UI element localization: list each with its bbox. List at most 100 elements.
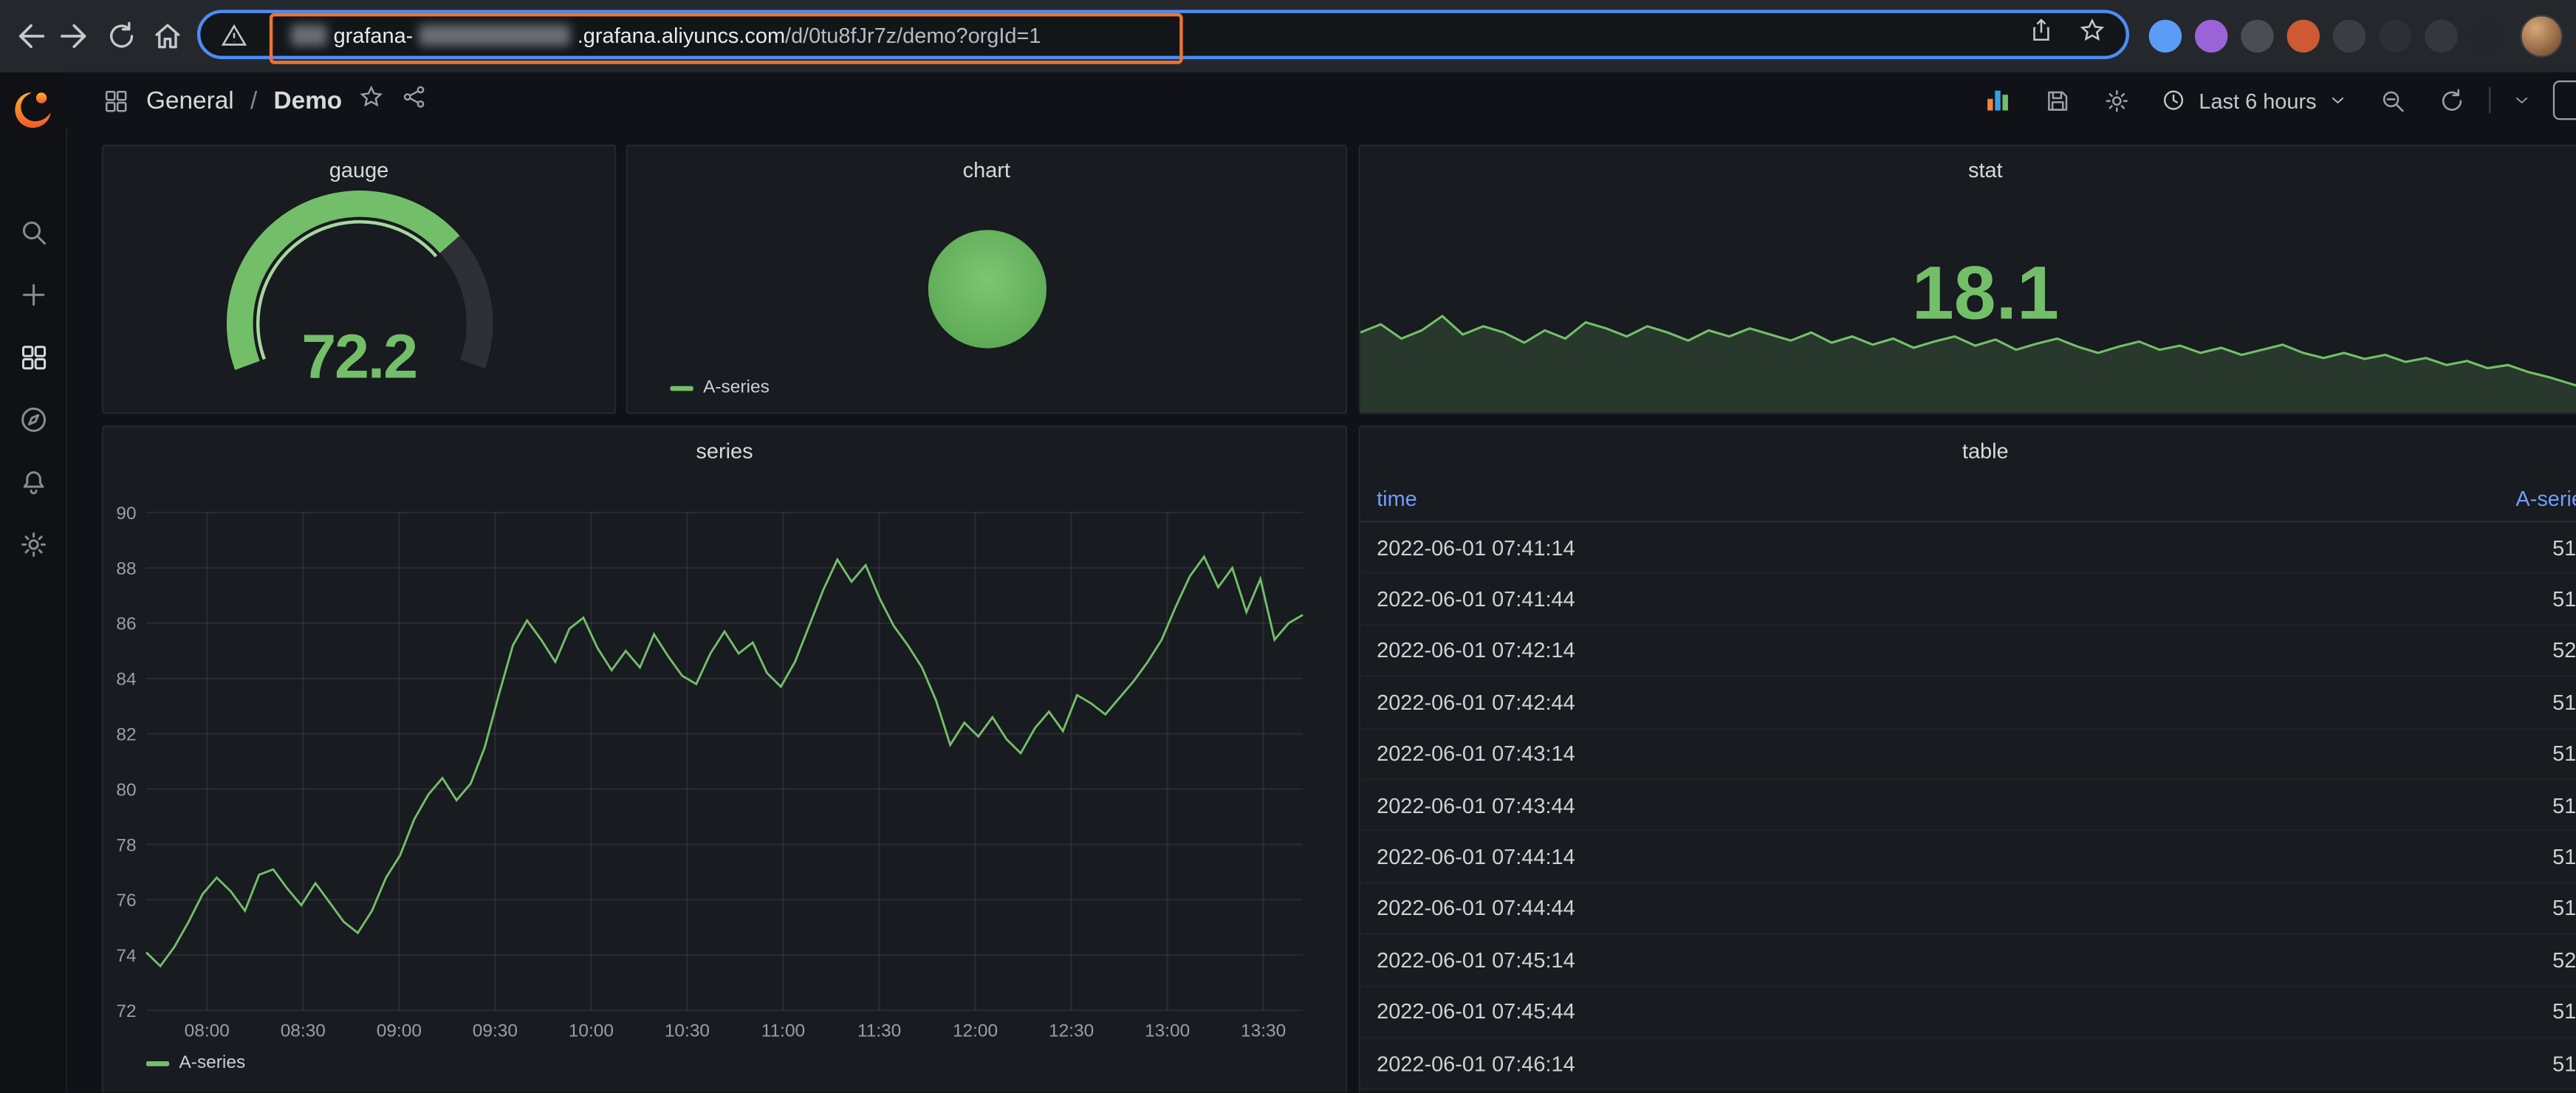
bell-icon: [17, 466, 48, 497]
table-row[interactable]: 2022-06-01 07:41:4451.6: [1360, 574, 2576, 626]
table-row[interactable]: 2022-06-01 07:46:1451.6: [1360, 1038, 2576, 1090]
table-row[interactable]: 2022-06-01 07:44:44 51.7: [1360, 883, 2576, 935]
cell-time: 2022-06-01 07:43:14: [1377, 741, 1575, 766]
svg-text:11:00: 11:00: [761, 1021, 805, 1041]
panel-title[interactable]: stat: [1360, 146, 2576, 192]
dashboard-icon: [102, 86, 130, 114]
reload-button[interactable]: [98, 13, 144, 59]
svg-text:08:30: 08:30: [281, 1021, 326, 1041]
svg-text:84: 84: [116, 670, 136, 690]
compass-icon: [17, 403, 48, 434]
extension-dark-4-icon[interactable]: [2471, 20, 2504, 52]
sidebar-item-alerting[interactable]: [16, 465, 49, 498]
sidebar-item-configuration[interactable]: [16, 527, 49, 560]
share-page-button[interactable]: [2027, 16, 2055, 52]
profile-avatar[interactable]: [2520, 15, 2563, 58]
table-header: time A-series: [1360, 476, 2576, 522]
bookmark-button[interactable]: [2078, 16, 2106, 52]
back-icon: [12, 18, 48, 54]
svg-text:13:30: 13:30: [1241, 1021, 1286, 1041]
forward-button[interactable]: [52, 13, 98, 59]
gear-icon: [17, 528, 48, 559]
dashboard-grid: gauge 72.2 chart A-series stat 18.1: [66, 129, 2576, 1093]
panel-title[interactable]: chart: [628, 146, 1346, 192]
legend-item[interactable]: A-series: [146, 1053, 245, 1073]
breadcrumb-folder[interactable]: General: [146, 86, 234, 114]
svg-text:11:30: 11:30: [857, 1021, 901, 1041]
cell-time: 2022-06-01 07:45:14: [1377, 948, 1575, 972]
forward-icon: [58, 18, 94, 54]
svg-text:10:30: 10:30: [665, 1021, 710, 1041]
column-header-time[interactable]: time: [1377, 486, 1417, 510]
extension-blue-icon[interactable]: [2149, 20, 2182, 52]
sidebar-item-explore[interactable]: [16, 402, 49, 435]
share-dashboard-button[interactable]: [401, 83, 428, 117]
legend-series-color: [146, 1061, 169, 1066]
save-dashboard-button[interactable]: [2036, 79, 2079, 122]
column-header-a-series[interactable]: A-series: [2515, 486, 2576, 510]
grafana-logo[interactable]: [12, 89, 55, 131]
breadcrumb: General / Demo: [102, 72, 428, 129]
refresh-dashboard-button[interactable]: [2430, 79, 2473, 122]
legend-item[interactable]: A-series: [671, 378, 770, 398]
url-text: grafana- .grafana.aliyuncs.com /d/0tu8fJ…: [284, 22, 1041, 47]
breadcrumb-dashboard[interactable]: Demo: [273, 86, 342, 114]
table-row[interactable]: 2022-06-01 07:42:1452.4: [1360, 626, 2576, 677]
dashboard-settings-button[interactable]: [2095, 79, 2138, 122]
table-row[interactable]: 2022-06-01 07:45:14 52.1: [1360, 935, 2576, 987]
save-icon: [2044, 86, 2072, 114]
chevron-down-icon: [2512, 90, 2532, 110]
panel-series: series 9088868482807876747208:0008:3009:…: [102, 425, 1347, 1092]
site-warning-icon[interactable]: [220, 21, 248, 49]
cell-value: 51.7: [2552, 896, 2576, 920]
panel-title[interactable]: table: [1360, 427, 2576, 473]
favorite-dashboard-button[interactable]: [358, 83, 385, 117]
sidebar-item-dashboards[interactable]: [16, 340, 49, 372]
panel-chart: chart A-series: [626, 145, 1348, 414]
svg-text:78: 78: [116, 835, 136, 855]
dashboard-toolbar: Last 6 hours: [1977, 72, 2576, 129]
cell-value: 51.9: [2552, 535, 2576, 559]
cell-time: 2022-06-01 07:42:14: [1377, 638, 1575, 662]
view-mode-button[interactable]: [2553, 80, 2576, 120]
sidebar-item-search[interactable]: [16, 215, 49, 247]
breadcrumb-separator: /: [250, 86, 257, 114]
url-bar[interactable]: grafana- .grafana.aliyuncs.com /d/0tu8fJ…: [197, 10, 2129, 59]
star-icon: [2078, 16, 2106, 44]
panel-gauge: gauge 72.2: [102, 145, 616, 414]
panel-stat: stat 18.1: [1359, 145, 2576, 414]
cell-value: 52.1: [2552, 948, 2576, 972]
svg-text:86: 86: [116, 614, 136, 634]
clock-icon: [2161, 87, 2188, 114]
star-icon: [358, 83, 385, 109]
extension-orange-icon[interactable]: [2287, 20, 2320, 52]
back-button[interactable]: [7, 13, 52, 59]
grafana-sidebar: [0, 72, 67, 1092]
cell-value: 51.8: [2552, 741, 2576, 766]
home-button[interactable]: [145, 13, 191, 59]
svg-text:09:00: 09:00: [377, 1021, 422, 1041]
cell-time: 2022-06-01 07:44:44: [1377, 896, 1575, 920]
svg-text:90: 90: [116, 504, 136, 524]
extension-purple-icon[interactable]: [2195, 20, 2227, 52]
extension-dark-2-icon[interactable]: [2379, 20, 2411, 52]
gear-icon: [2103, 86, 2131, 114]
table-row[interactable]: 2022-06-01 07:43:4451.5: [1360, 781, 2576, 832]
dashboard-nav: General / Demo: [66, 72, 2576, 129]
add-panel-button[interactable]: [1977, 79, 2020, 122]
refresh-interval-dropdown[interactable]: [2507, 79, 2537, 122]
cell-value: 51.4: [2552, 999, 2576, 1024]
table-row[interactable]: 2022-06-01 07:44:1451.1: [1360, 832, 2576, 883]
table-row[interactable]: 2022-06-01 07:43:14 51.8: [1360, 729, 2576, 781]
extension-gray-icon[interactable]: [2241, 20, 2273, 52]
extension-dark-3-icon[interactable]: [2425, 20, 2457, 52]
table-row[interactable]: 2022-06-01 07:41:1451.9: [1360, 522, 2576, 574]
pie-chart: [925, 227, 1049, 352]
table-row[interactable]: 2022-06-01 07:45:4451.4: [1360, 987, 2576, 1038]
screen: grafana- .grafana.aliyuncs.com /d/0tu8fJ…: [0, 0, 2576, 1092]
sidebar-item-create[interactable]: [16, 278, 49, 310]
time-range-picker[interactable]: Last 6 hours: [2154, 79, 2354, 122]
table-row[interactable]: 2022-06-01 07:42:4451.2: [1360, 677, 2576, 729]
zoom-out-time-button[interactable]: [2371, 79, 2414, 122]
extension-dark-1-icon[interactable]: [2333, 20, 2366, 52]
